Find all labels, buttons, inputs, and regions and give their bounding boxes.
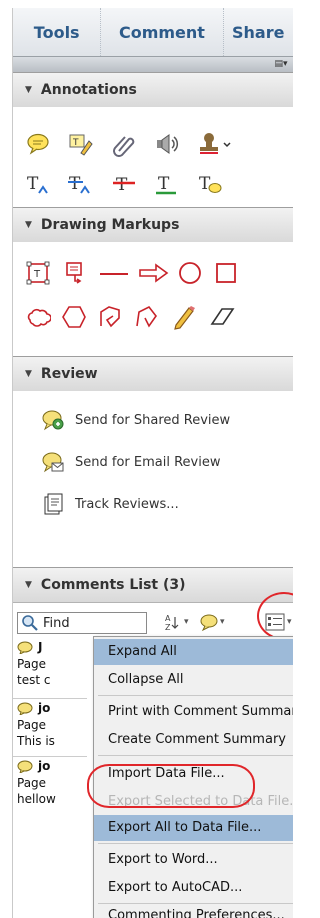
oval-icon[interactable] <box>177 260 203 286</box>
email-review-icon <box>41 450 65 474</box>
comment-page: Page <box>17 718 47 732</box>
find-label: Find <box>43 615 70 631</box>
connected-lines-icon[interactable] <box>97 304 123 330</box>
svg-text:T: T <box>199 174 211 194</box>
svg-text:Z: Z <box>165 623 171 632</box>
collapse-arrow-icon: ▼ <box>25 85 32 95</box>
menu-item-export-all[interactable]: Export All to Data File... <box>94 815 293 841</box>
list-item[interactable]: jo Page hellow <box>13 756 87 807</box>
tab-tools[interactable]: Tools <box>13 8 100 56</box>
comment-bubble-icon <box>17 702 33 716</box>
collapse-arrow-icon: ▼ <box>25 580 32 590</box>
menu-item-commenting-preferences[interactable]: Commenting Preferences... <box>94 903 293 918</box>
eraser-icon[interactable] <box>209 304 235 330</box>
menu-item-print-comment-summary[interactable]: Print with Comment Summary <box>94 699 293 725</box>
annotations-body: T T T T T T <box>13 107 293 207</box>
callout-icon[interactable] <box>63 260 89 286</box>
panel-options-bar: ▤▾ <box>13 56 293 73</box>
shared-review-icon <box>41 408 65 432</box>
annotations-title: Annotations <box>40 82 137 98</box>
drawing-markups-body: T <box>13 242 293 356</box>
review-header[interactable]: ▼ Review <box>13 356 293 392</box>
review-title: Review <box>40 366 98 382</box>
svg-text:T: T <box>33 269 41 280</box>
underline-icon[interactable]: T <box>153 171 179 197</box>
track-reviews-label: Track Reviews... <box>75 496 179 512</box>
import-highlight-oval <box>87 764 255 808</box>
stamp-icon[interactable] <box>197 131 233 157</box>
menu-item-collapse-all[interactable]: Collapse All <box>94 667 293 693</box>
comment-bubble-icon <box>17 641 33 655</box>
send-shared-review-label: Send for Shared Review <box>75 412 231 428</box>
arrow-icon[interactable] <box>137 260 171 286</box>
send-email-review-label: Send for Email Review <box>75 454 221 470</box>
menu-item-export-autocad[interactable]: Export to AutoCAD... <box>94 875 293 901</box>
connected-lines-open-icon[interactable] <box>133 304 159 330</box>
sort-icon[interactable]: AZ ▾ <box>163 612 189 632</box>
sticky-note-icon[interactable] <box>25 131 51 157</box>
attach-file-icon[interactable] <box>111 131 137 157</box>
insert-text-icon[interactable]: T <box>25 171 51 197</box>
highlight-text-icon[interactable]: T <box>67 131 93 157</box>
collapse-arrow-icon: ▼ <box>25 220 32 230</box>
svg-text:T: T <box>116 175 128 195</box>
track-reviews-item[interactable]: Track Reviews... <box>41 491 179 517</box>
filter-comments-icon[interactable]: ▾ <box>199 612 225 632</box>
collapse-arrow-icon: ▼ <box>25 369 32 379</box>
pencil-icon[interactable] <box>171 304 197 330</box>
comment-author: jo <box>38 759 51 773</box>
record-audio-icon[interactable] <box>153 131 179 157</box>
svg-text:T: T <box>27 174 39 194</box>
send-shared-review-item[interactable]: Send for Shared Review <box>41 407 230 433</box>
comment-author: jo <box>38 701 51 715</box>
tab-bar: Tools Comment Share <box>13 8 293 56</box>
svg-text:T: T <box>72 138 79 148</box>
drawing-markups-header[interactable]: ▼ Drawing Markups <box>13 207 293 243</box>
cloud-icon[interactable] <box>25 304 51 330</box>
panel-options-icon[interactable]: ▤▾ <box>273 58 289 70</box>
menu-item-export-word[interactable]: Export to Word... <box>94 847 293 873</box>
comment-text: test c <box>17 673 51 687</box>
comment-author: J <box>38 640 43 654</box>
comment-header: J <box>13 638 87 656</box>
tab-comment[interactable]: Comment <box>100 8 224 56</box>
polygon-icon[interactable] <box>61 304 87 330</box>
line-icon[interactable] <box>97 260 131 286</box>
comments-list-title: Comments List (3) <box>40 577 186 593</box>
review-body: Send for Shared Review Send for Email Re… <box>13 391 293 567</box>
comment-page: Page <box>17 657 47 671</box>
comment-bubble-icon <box>17 760 33 774</box>
comment-text: hellow <box>17 792 56 806</box>
comments-list-header[interactable]: ▼ Comments List (3) <box>13 567 293 603</box>
annotations-header[interactable]: ▼ Annotations <box>13 72 293 108</box>
comment-header: jo <box>13 699 87 717</box>
comment-header: jo <box>13 757 87 775</box>
replace-text-icon[interactable]: T <box>67 171 93 197</box>
menu-separator <box>98 755 293 756</box>
list-item[interactable]: jo Page This is <box>13 698 87 749</box>
find-input[interactable]: Find <box>17 612 147 634</box>
list-item[interactable]: J Page test c <box>13 638 87 688</box>
rectangle-icon[interactable] <box>213 260 239 286</box>
menu-item-expand-all[interactable]: Expand All <box>94 639 293 665</box>
svg-text:T: T <box>69 174 81 194</box>
search-icon <box>21 614 39 632</box>
text-box-icon[interactable]: T <box>25 260 51 286</box>
tab-share[interactable]: Share <box>224 8 294 56</box>
menu-separator <box>98 695 293 696</box>
track-reviews-icon <box>41 492 65 516</box>
menu-item-create-comment-summary[interactable]: Create Comment Summary <box>94 727 293 753</box>
drawing-markups-title: Drawing Markups <box>40 217 180 233</box>
comment-page: Page <box>17 776 47 790</box>
strikethrough-icon[interactable]: T <box>111 171 137 197</box>
comment-text: This is <box>17 734 55 748</box>
menu-separator <box>98 843 293 844</box>
text-comment-icon[interactable]: T <box>197 171 223 197</box>
svg-text:A: A <box>165 614 171 623</box>
comment-pane: Tools Comment Share ▤▾ ▼ Annotations T T… <box>12 8 293 918</box>
svg-text:T: T <box>158 174 170 194</box>
send-email-review-item[interactable]: Send for Email Review <box>41 449 220 475</box>
